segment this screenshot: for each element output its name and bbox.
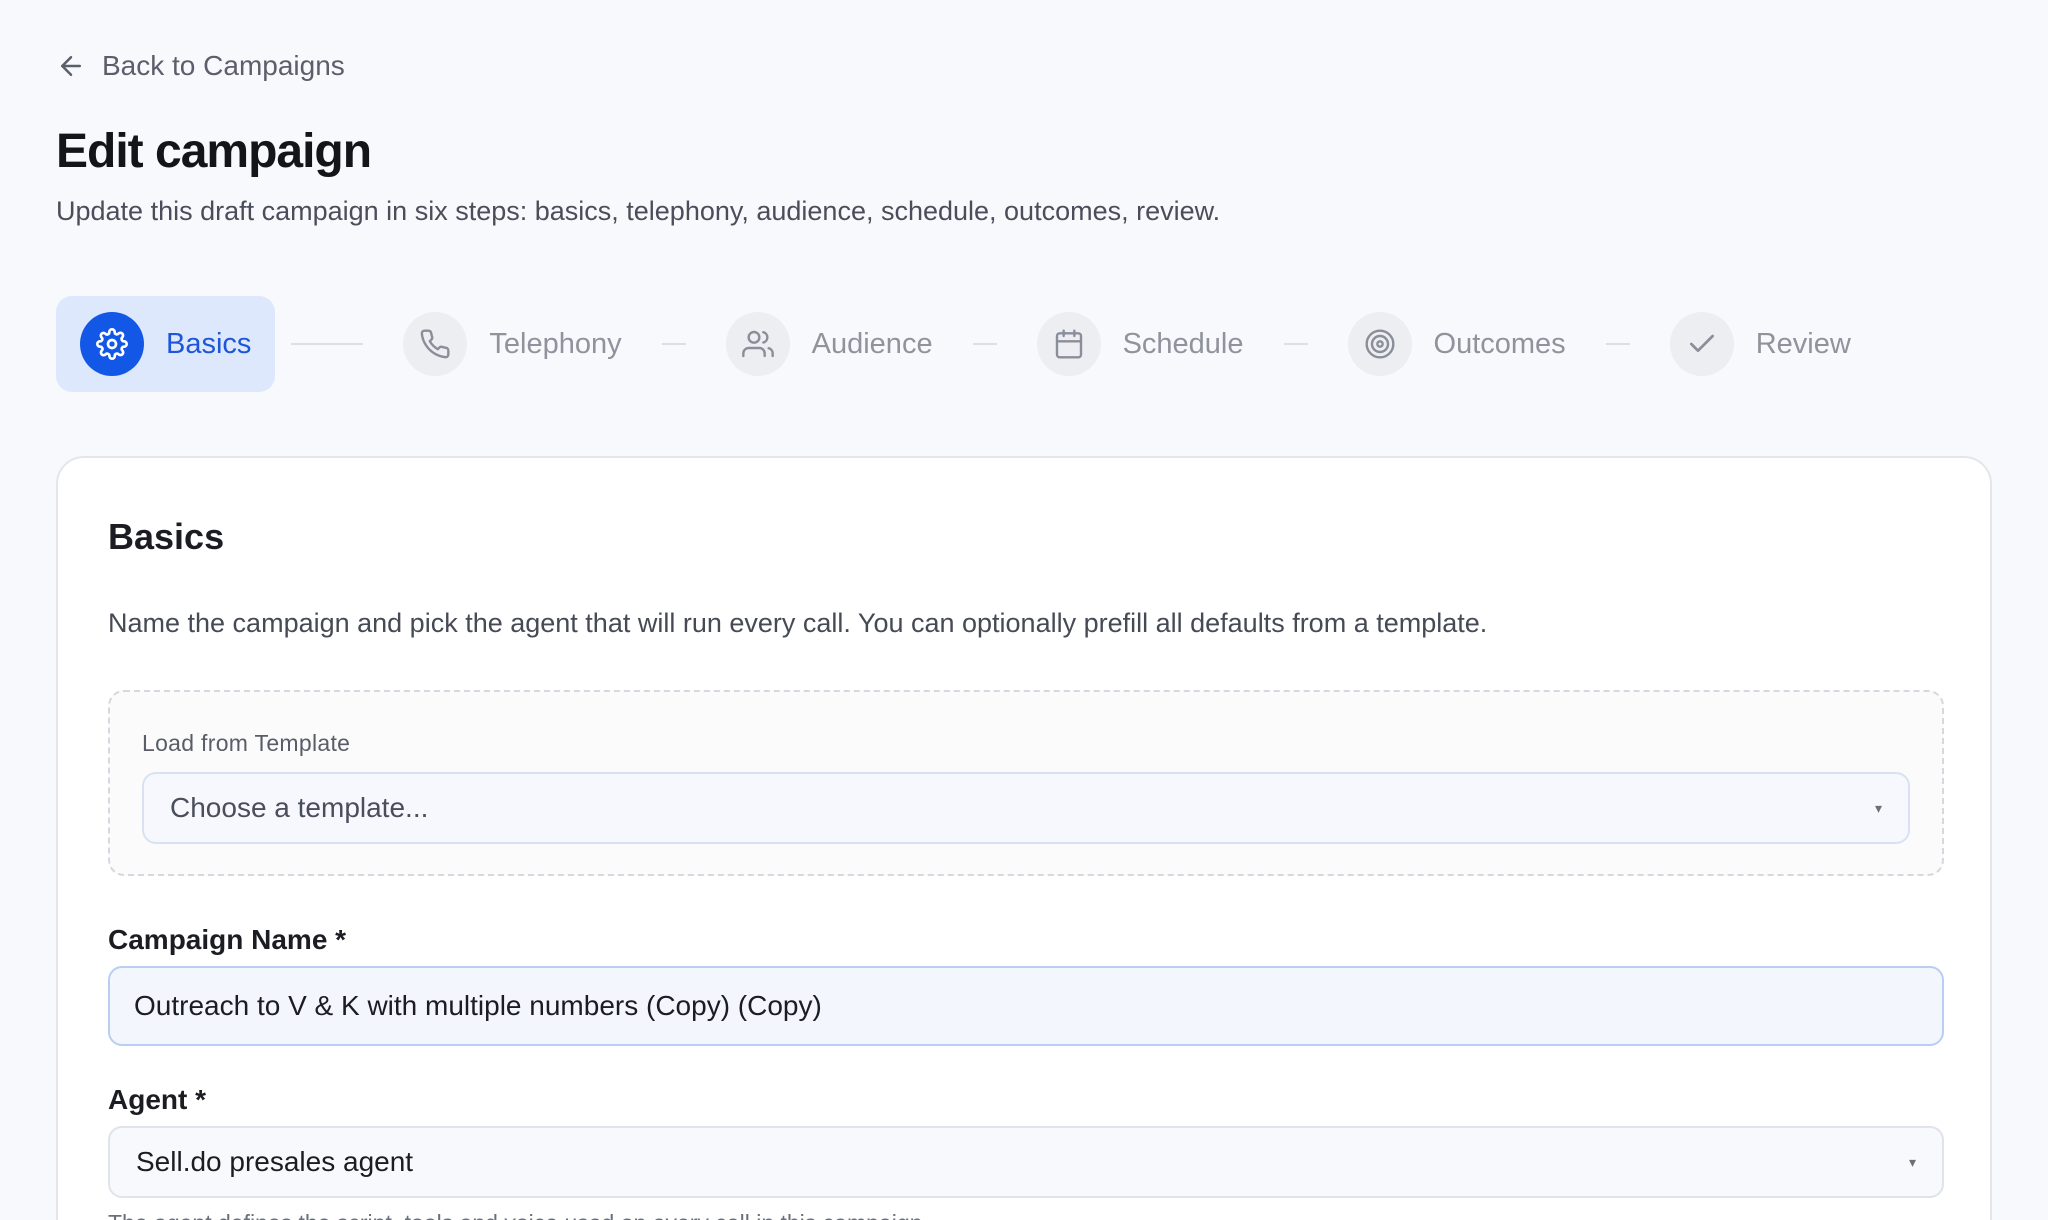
campaign-name-input[interactable]	[108, 966, 1944, 1046]
card-title: Basics	[108, 516, 225, 557]
step-audience-circle	[725, 312, 790, 376]
gear-icon	[96, 328, 128, 360]
page-subtitle: Update this draft campaign in six steps:…	[56, 196, 1221, 226]
step-connector	[1283, 343, 1308, 345]
check-icon	[1689, 334, 1714, 352]
step-basics-label: Basics	[166, 327, 252, 360]
arrow-left-icon	[61, 56, 81, 76]
back-link-label: Back to Campaigns	[102, 50, 345, 81]
step-telephony-label: Telephony	[489, 327, 622, 360]
step-outcomes-circle	[1347, 312, 1412, 376]
campaign-name-label: Campaign Name *	[108, 924, 347, 955]
step-schedule[interactable]: Schedule	[1013, 296, 1268, 392]
back-to-campaigns-link[interactable]: Back to Campaigns	[56, 50, 345, 82]
step-connector	[1605, 343, 1630, 345]
agent-select[interactable]: Sell.do presales agent ▾	[108, 1126, 1944, 1198]
agent-label: Agent *	[108, 1084, 206, 1115]
step-audience[interactable]: Audience	[702, 296, 957, 392]
template-select-placeholder: Choose a template...	[170, 792, 429, 823]
target-icon	[1364, 329, 1395, 359]
basics-card: Basics Name the campaign and pick the ag…	[56, 456, 1992, 1220]
step-basics[interactable]: Basics	[56, 296, 276, 392]
phone-icon	[421, 329, 450, 359]
step-review[interactable]: Review	[1646, 296, 1875, 392]
step-audience-label: Audience	[811, 327, 933, 360]
step-telephony[interactable]: Telephony	[379, 296, 645, 392]
chevron-down-icon: ▾	[1908, 1153, 1916, 1170]
step-schedule-label: Schedule	[1122, 327, 1244, 360]
card-description: Name the campaign and pick the agent tha…	[108, 608, 1488, 638]
chevron-down-icon: ▾	[1874, 799, 1882, 816]
step-connector	[972, 343, 997, 345]
step-review-label: Review	[1755, 327, 1851, 360]
page-title: Edit campaign	[56, 125, 372, 178]
template-select[interactable]: Choose a template... ▾	[142, 772, 1910, 844]
users-icon	[741, 330, 774, 358]
step-review-circle	[1669, 312, 1734, 376]
step-telephony-circle	[403, 312, 468, 376]
step-basics-circle	[80, 312, 144, 376]
step-connector	[661, 343, 686, 345]
step-schedule-circle	[1036, 312, 1101, 376]
step-navigation: Basics Telephony Audience Schedule Outco…	[56, 296, 1875, 392]
template-section: Load from Template Choose a template... …	[108, 690, 1944, 876]
agent-select-value: Sell.do presales agent	[136, 1146, 414, 1177]
agent-helper-text: The agent defines the script, tools and …	[108, 1210, 929, 1220]
step-connector	[291, 343, 364, 345]
template-label: Load from Template	[142, 730, 351, 756]
step-outcomes-label: Outcomes	[1433, 327, 1566, 360]
step-outcomes[interactable]: Outcomes	[1324, 296, 1590, 392]
page: Back to Campaigns Edit campaign Update t…	[0, 0, 2048, 1220]
calendar-icon	[1055, 329, 1082, 359]
